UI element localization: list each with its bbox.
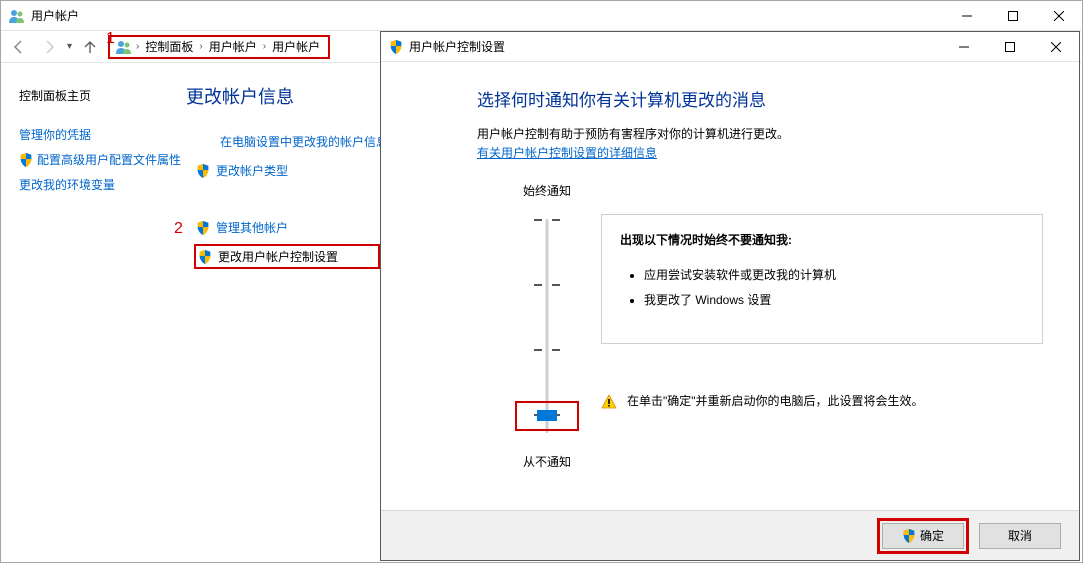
- annotation-box-4: 确定: [877, 518, 969, 554]
- info-item: 我更改了 Windows 设置: [644, 287, 1024, 312]
- uac-slider[interactable]: [477, 211, 617, 441]
- shield-icon: [902, 529, 916, 543]
- dialog-footer: 确定 取消: [381, 510, 1079, 560]
- sidebar-advanced-profile[interactable]: 配置高级用户配置文件属性: [19, 147, 186, 172]
- nav-forward-button[interactable]: [37, 35, 61, 59]
- sidebar-item-label: 配置高级用户配置文件属性: [37, 151, 181, 168]
- users-icon: [9, 8, 25, 24]
- nav-recent-dropdown[interactable]: ▾: [67, 41, 72, 52]
- slider-label-never: 从不通知: [477, 453, 617, 470]
- warning-icon: [601, 394, 617, 410]
- breadcrumb[interactable]: › 控制面板 › 用户帐户 › 用户帐户: [108, 35, 330, 59]
- ok-button[interactable]: 确定: [882, 523, 964, 549]
- shield-icon: [19, 153, 33, 167]
- dialog-maximize-button[interactable]: [987, 32, 1033, 62]
- info-heading: 出现以下情况时始终不要通知我:: [620, 231, 1024, 248]
- sidebar-credentials[interactable]: 管理你的凭据: [19, 122, 186, 147]
- parent-close-button[interactable]: [1036, 1, 1082, 31]
- slider-label-always: 始终通知: [477, 182, 617, 199]
- button-label: 取消: [1008, 527, 1032, 544]
- chevron-right-icon: ›: [199, 41, 202, 52]
- annotation-box-3: [515, 401, 579, 431]
- uac-info-panel: 出现以下情况时始终不要通知我: 应用尝试安装软件或更改我的计算机 我更改了 Wi…: [601, 214, 1043, 344]
- dialog-titlebar: 用户帐户控制设置: [381, 32, 1079, 62]
- uac-slider-area: 始终通知 从不通知: [477, 182, 617, 470]
- shield-icon: [389, 40, 403, 54]
- dialog-subtext: 用户帐户控制有助于预防有害程序对你的计算机进行更改。: [477, 125, 1039, 144]
- cp-main: 更改帐户信息 在电脑设置中更改我的帐户信息 更改帐户类型 管理其他帐户 更改用户…: [186, 65, 388, 562]
- shield-icon: [196, 221, 210, 235]
- sidebar-env-vars[interactable]: 更改我的环境变量: [19, 172, 186, 197]
- uac-dialog: 用户帐户控制设置 选择何时通知你有关计算机更改的消息 用户帐户控制有助于预防有害…: [380, 31, 1080, 561]
- chevron-right-icon: ›: [263, 41, 266, 52]
- cp-main-heading: 更改帐户信息: [186, 83, 388, 109]
- cp-sidebar: 控制面板主页 管理你的凭据 配置高级用户配置文件属性 更改我的环境变量: [1, 65, 186, 562]
- link-label: 更改帐户类型: [216, 162, 288, 179]
- cancel-button[interactable]: 取消: [979, 523, 1061, 549]
- dialog-title: 用户帐户控制设置: [409, 38, 505, 55]
- parent-maximize-button[interactable]: [990, 1, 1036, 31]
- link-change-account-type[interactable]: 更改帐户类型: [196, 156, 388, 185]
- link-pc-settings[interactable]: 在电脑设置中更改我的帐户信息: [220, 127, 388, 156]
- uac-warning: 在单击"确定"并重新启动你的电脑后，此设置将会生效。: [601, 392, 1043, 411]
- parent-titlebar: 用户帐户: [1, 1, 1082, 31]
- users-icon: [116, 39, 132, 55]
- slider-tick: [534, 219, 560, 221]
- dialog-heading: 选择何时通知你有关计算机更改的消息: [477, 86, 1039, 111]
- dialog-body: 选择何时通知你有关计算机更改的消息 用户帐户控制有助于预防有害程序对你的计算机进…: [381, 62, 1079, 510]
- dialog-close-button[interactable]: [1033, 32, 1079, 62]
- breadcrumb-item[interactable]: 用户帐户: [207, 38, 259, 55]
- parent-minimize-button[interactable]: [944, 1, 990, 31]
- breadcrumb-item[interactable]: 用户帐户: [270, 38, 322, 55]
- info-item: 应用尝试安装软件或更改我的计算机: [644, 262, 1024, 287]
- link-label: 管理其他帐户: [216, 219, 288, 236]
- nav-back-button[interactable]: [7, 35, 31, 59]
- button-label: 确定: [920, 527, 944, 544]
- sidebar-home[interactable]: 控制面板主页: [19, 83, 186, 108]
- parent-window-title: 用户帐户: [31, 7, 79, 24]
- shield-icon: [198, 250, 212, 264]
- warning-text: 在单击"确定"并重新启动你的电脑后，此设置将会生效。: [627, 392, 924, 411]
- breadcrumb-item[interactable]: 控制面板: [143, 38, 195, 55]
- chevron-right-icon: ›: [136, 41, 139, 52]
- link-label: 更改用户帐户控制设置: [218, 248, 338, 265]
- shield-icon: [196, 164, 210, 178]
- link-manage-other-accounts[interactable]: 管理其他帐户: [196, 213, 388, 242]
- slider-tick: [534, 349, 560, 351]
- link-change-uac-settings[interactable]: 更改用户帐户控制设置: [194, 244, 380, 269]
- dialog-more-info-link[interactable]: 有关用户帐户控制设置的详细信息: [477, 146, 657, 160]
- slider-tick: [534, 284, 560, 286]
- nav-up-button[interactable]: [78, 35, 102, 59]
- dialog-minimize-button[interactable]: [941, 32, 987, 62]
